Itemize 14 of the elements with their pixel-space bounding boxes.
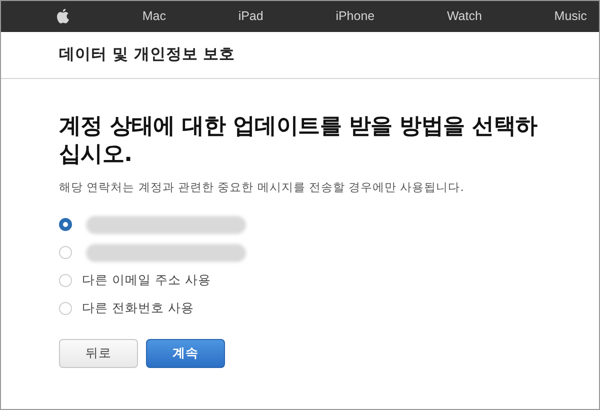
nav-link[interactable]: Watch bbox=[446, 7, 482, 26]
nav-link[interactable]: iPhone bbox=[336, 7, 375, 26]
option-label[interactable]: 다른 전화번호 사용 bbox=[82, 299, 194, 318]
back-button[interactable]: 뒤로 bbox=[59, 338, 138, 368]
continue-button[interactable]: 계속 bbox=[146, 338, 225, 368]
nav-link[interactable]: Mac bbox=[142, 7, 166, 26]
section-title: 데이터 및 개인정보 보호 bbox=[59, 44, 236, 66]
apple-logo-icon[interactable] bbox=[57, 9, 70, 24]
page-heading: 계정 상태에 대한 업데이트를 받을 방법을 선택하십시오. bbox=[59, 113, 538, 170]
radio-button[interactable] bbox=[59, 218, 72, 232]
nav-link[interactable]: iPad bbox=[238, 7, 264, 26]
nav-link[interactable]: Music bbox=[554, 7, 587, 26]
option-label[interactable]: 다른 이메일 주소 사용 bbox=[82, 271, 211, 290]
description-text: 해당 연락처는 계정과 관련한 중요한 메시지를 전송할 경우에만 사용됩니다. bbox=[59, 179, 465, 196]
